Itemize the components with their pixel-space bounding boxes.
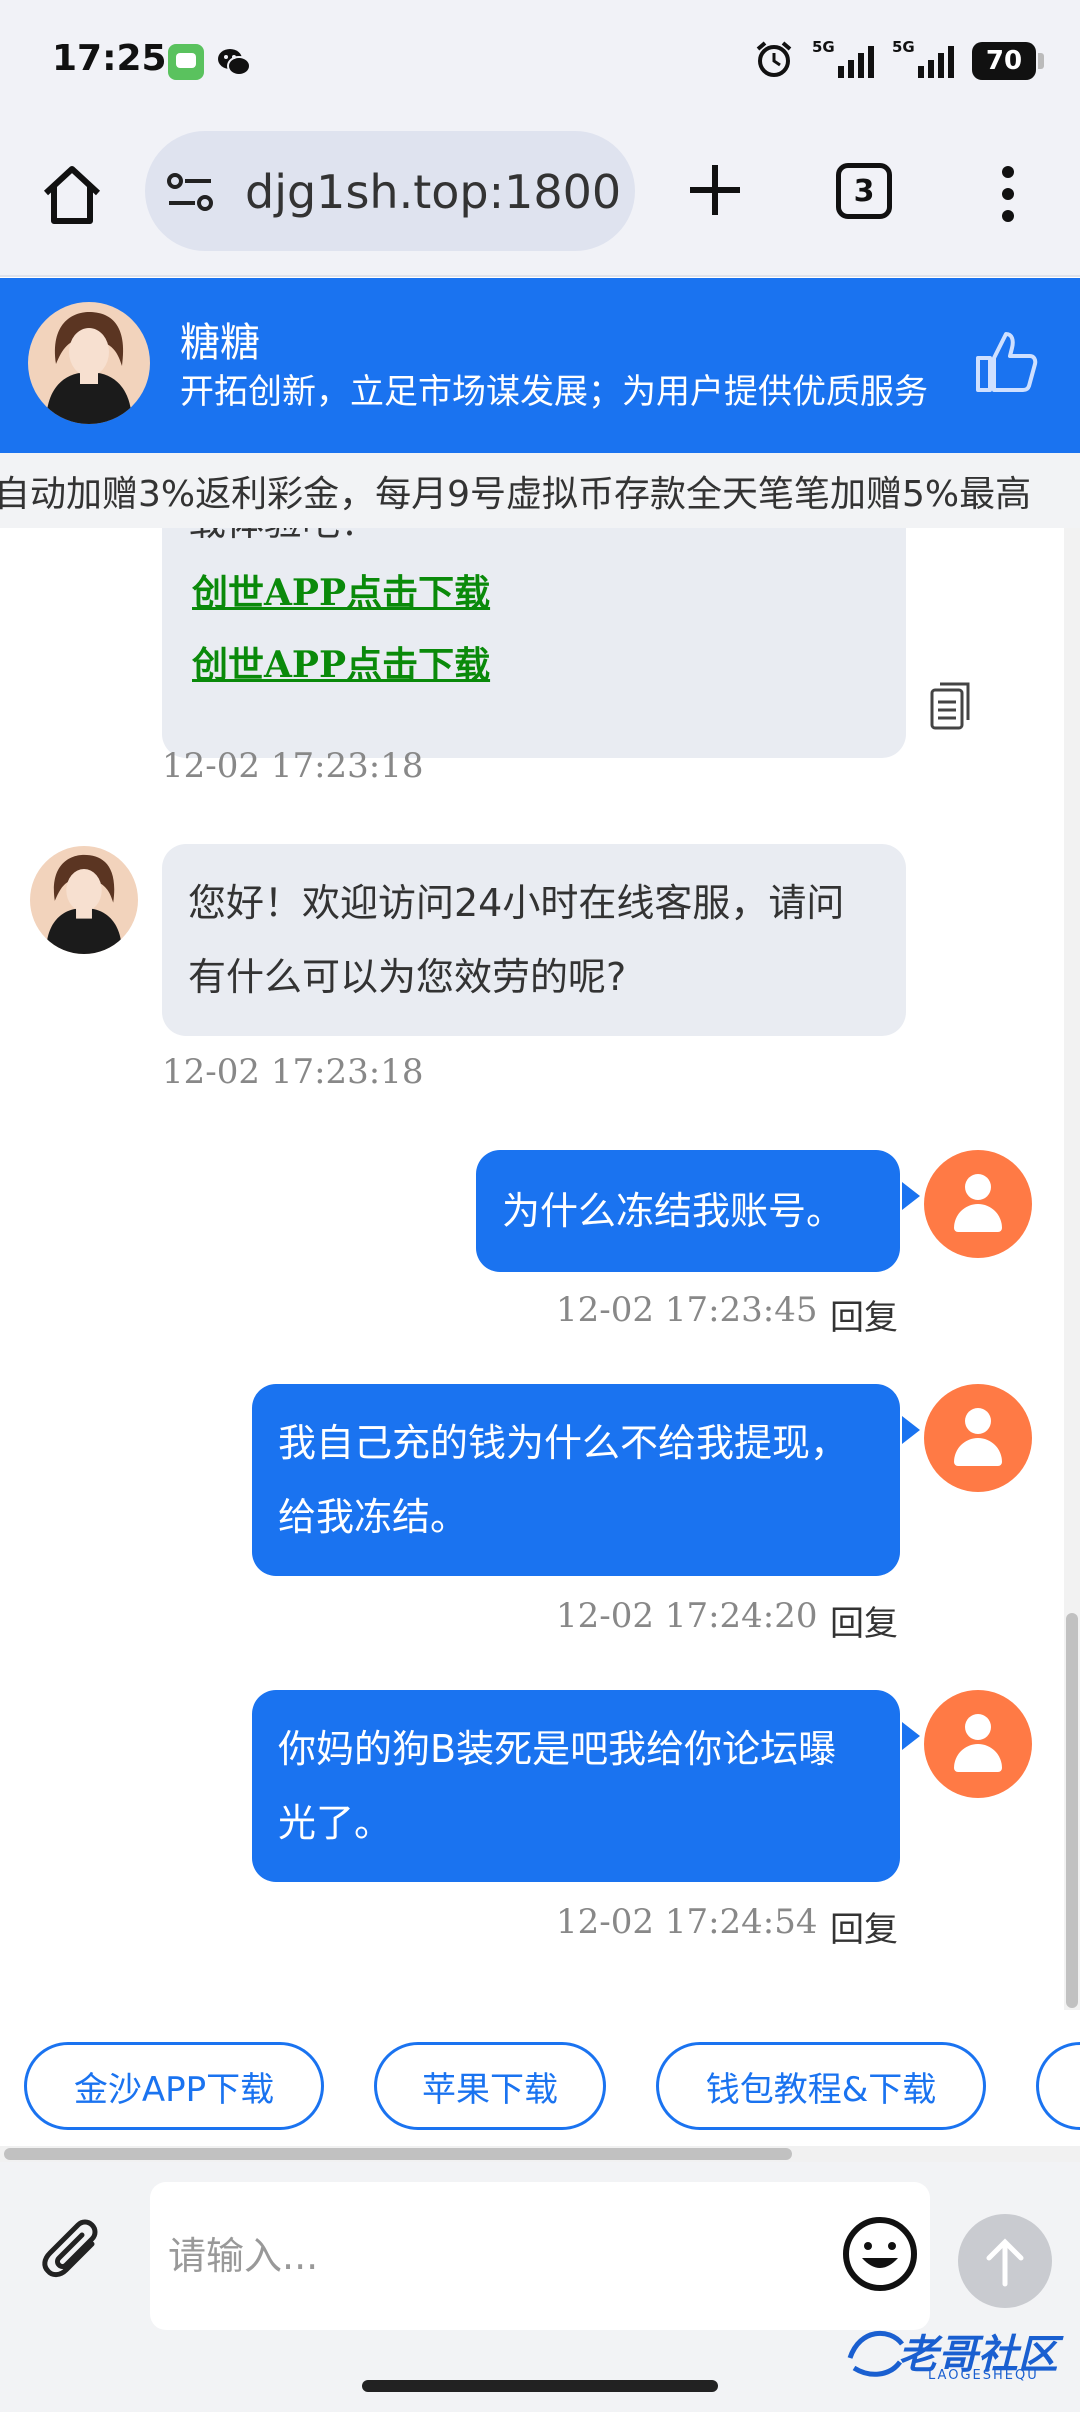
tabs-icon[interactable]: 3	[836, 163, 892, 219]
user-message-bubble: 你妈的狗B装死是吧我给你论坛曝光了。	[252, 1690, 900, 1882]
quick-reply-scrollbar[interactable]	[0, 2146, 1080, 2162]
reply-button[interactable]: 回复	[830, 1596, 898, 1645]
message-timestamp: 12-02 17:23:18	[162, 746, 424, 786]
reply-button[interactable]: 回复	[830, 1902, 898, 1951]
plus-icon	[690, 165, 740, 215]
chat-scrollbar[interactable]	[1064, 528, 1080, 2010]
quick-reply-bar: 金沙APP下载 苹果下载 钱包教程&下载	[0, 2010, 1080, 2146]
app-download-link[interactable]: 创世APP点击下载	[192, 628, 490, 702]
agent-description: 开拓创新，立足市场谋发展；为用户提供优质服务	[180, 372, 928, 412]
quick-reply-button-partial[interactable]	[1036, 2042, 1080, 2130]
bubble-tail	[902, 1416, 920, 1444]
announcement-marquee: 自动加赠3%返利彩金，每月9号虚拟币存款全天笔笔加赠5%最高	[0, 453, 1080, 528]
chat-scrollbar-thumb[interactable]	[1066, 1613, 1078, 2008]
announcement-text: 自动加赠3%返利彩金，每月9号虚拟币存款全天笔笔加赠5%最高	[0, 474, 1032, 515]
status-bar: 17:25 5G 5G 70	[0, 0, 1080, 125]
status-right: 5G 5G 70	[754, 38, 1044, 84]
thumbs-up-icon[interactable]	[970, 326, 1042, 398]
message-timestamp: 12-02 17:24:20	[556, 1596, 818, 1636]
message-input[interactable]	[150, 2182, 930, 2330]
agent-avatar	[28, 302, 150, 424]
bubble-tail	[902, 1182, 920, 1210]
agent-message-bubble: 您好！欢迎访问24小时在线客服，请问有什么可以为您效劳的呢?	[162, 844, 906, 1036]
bubble-tail	[902, 1722, 920, 1750]
copy-icon[interactable]	[928, 680, 974, 732]
quick-reply-button[interactable]: 钱包教程&下载	[656, 2042, 986, 2130]
agent-avatar	[30, 846, 138, 954]
battery-icon: 70	[972, 42, 1044, 80]
arrow-up-icon	[986, 2238, 1024, 2287]
url-bar[interactable]: djg1sh.top:18009	[145, 131, 635, 251]
user-message-bubble: 我自己充的钱为什么不给我提现，给我冻结。	[252, 1384, 900, 1576]
emoji-icon[interactable]	[840, 2214, 920, 2294]
status-time: 17:25	[52, 38, 167, 79]
more-vert-icon[interactable]	[990, 161, 1026, 227]
home-indicator[interactable]	[362, 2380, 718, 2392]
watermark-logo: 老哥社区 LAOGESHEQU	[840, 2318, 1070, 2388]
alarm-icon	[754, 39, 794, 83]
paperclip-icon[interactable]	[36, 2216, 112, 2292]
reply-button[interactable]: 回复	[830, 1290, 898, 1339]
send-button[interactable]	[958, 2214, 1052, 2308]
agent-name: 糖糖	[180, 320, 260, 366]
messages-app-icon	[168, 44, 204, 80]
quick-reply-button[interactable]: 苹果下载	[374, 2042, 606, 2130]
message-timestamp: 12-02 17:23:45	[556, 1290, 818, 1330]
signal-icon-2: 5G	[892, 38, 954, 78]
user-icon	[924, 1150, 1032, 1258]
user-icon	[924, 1384, 1032, 1492]
message-timestamp: 12-02 17:23:18	[162, 1052, 424, 1092]
screen: 17:25 5G 5G 70 djg1sh.top:18009 3 糖糖 开拓创…	[0, 0, 1080, 2412]
tune-icon[interactable]	[165, 169, 215, 215]
quick-reply-scrollbar-thumb[interactable]	[4, 2148, 792, 2160]
home-icon[interactable]	[36, 159, 108, 231]
signal-icon-1: 5G	[812, 38, 874, 78]
message-timestamp: 12-02 17:24:54	[556, 1902, 818, 1942]
url-text[interactable]: djg1sh.top:18009	[245, 165, 620, 219]
wechat-icon	[216, 44, 252, 80]
message-text: 载体验吧！	[188, 528, 378, 542]
agent-header: 糖糖 开拓创新，立足市场谋发展；为用户提供优质服务	[0, 278, 1080, 453]
chat-area[interactable]: 载体验吧！ 创世APP点击下载 创世APP点击下载 12-02 17:23:18…	[0, 528, 1080, 2010]
quick-reply-button[interactable]: 金沙APP下载	[24, 2042, 324, 2130]
browser-toolbar: djg1sh.top:18009 3	[0, 125, 1080, 277]
user-icon	[924, 1690, 1032, 1798]
user-message-bubble: 为什么冻结我账号。	[476, 1150, 900, 1272]
new-tab-button[interactable]	[680, 155, 750, 225]
agent-message-bubble: 载体验吧！ 创世APP点击下载 创世APP点击下载	[162, 528, 906, 758]
app-download-link[interactable]: 创世APP点击下载	[192, 556, 490, 630]
